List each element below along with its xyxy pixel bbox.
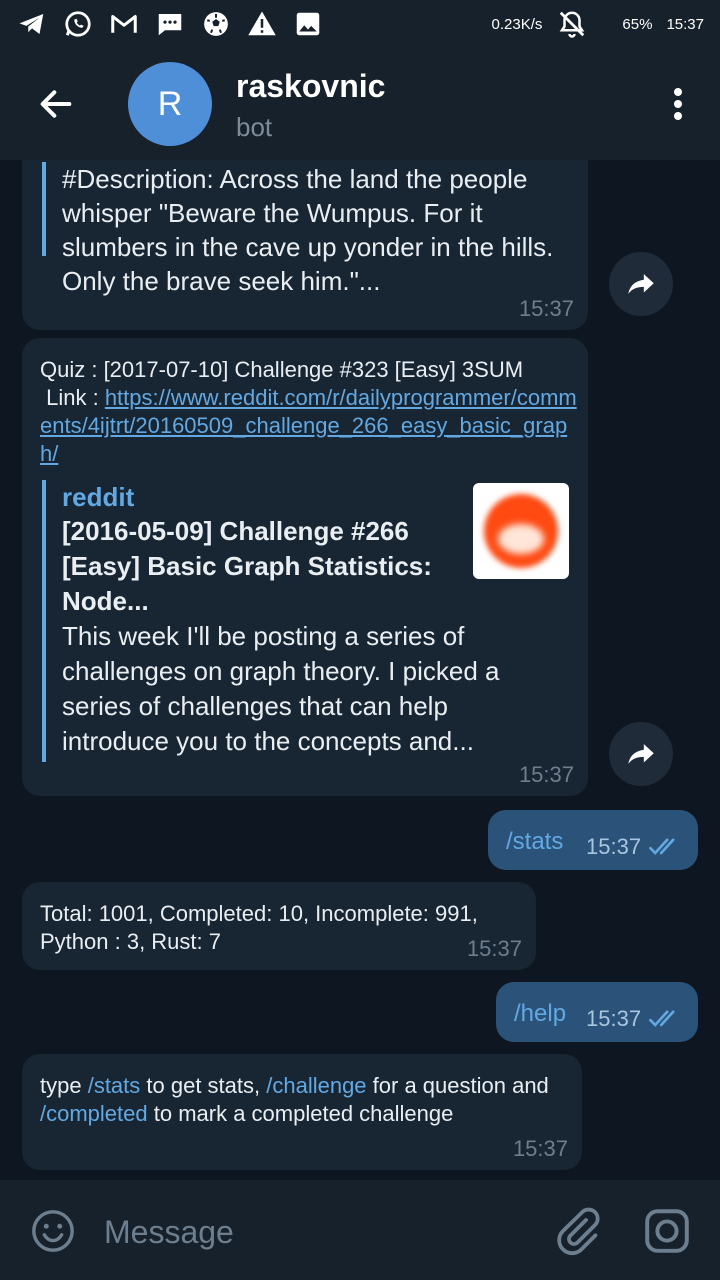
attach-button[interactable] xyxy=(552,1204,600,1256)
image-icon xyxy=(292,8,324,40)
message-time: 15:37 xyxy=(518,762,574,787)
status-icons xyxy=(16,8,324,40)
preview-description: This week I'll be posting a series of ch… xyxy=(62,621,500,756)
message-bubble-stats[interactable]: Total: 1001, Completed: 10, Incomplete: … xyxy=(22,882,536,970)
message-bubble-outgoing[interactable]: /stats 15:37 xyxy=(488,810,698,870)
message-time: 15:37 xyxy=(518,296,574,321)
camera-icon xyxy=(645,1209,689,1253)
warning-icon xyxy=(246,8,278,40)
message-bubble-description[interactable]: #Description: Across the land the people… xyxy=(22,160,588,330)
emoji-icon xyxy=(32,1210,74,1252)
stats-command-link[interactable]: /stats xyxy=(88,1073,141,1098)
challenge-command-link[interactable]: /challenge xyxy=(266,1073,366,1098)
share-button[interactable] xyxy=(609,252,673,316)
message-time: 15:37 xyxy=(466,936,522,961)
quiz-text: Quiz : [2017-07-10] Challenge #323 [Easy… xyxy=(40,357,524,382)
message-time: 15:37 xyxy=(512,1136,568,1161)
message-time: 15:37 xyxy=(586,1006,642,1031)
emoji-button[interactable] xyxy=(30,1208,76,1254)
status-bar: 0.23K/s 65% 15:37 xyxy=(0,0,720,48)
back-button[interactable] xyxy=(34,82,78,126)
whatsapp-icon xyxy=(62,8,94,40)
command-text[interactable]: /stats xyxy=(506,828,563,856)
chat-title[interactable]: raskovnic xyxy=(236,68,385,105)
link-preview-description: #Description: Across the land the people… xyxy=(42,162,562,296)
message-bubble-outgoing[interactable]: /help 15:37 xyxy=(496,982,698,1042)
back-arrow-icon xyxy=(40,90,72,118)
status-right: 0.23K/s 65% 15:37 xyxy=(492,8,704,40)
stats-text: Total: 1001, Completed: 10, Incomplete: … xyxy=(40,901,478,954)
notifications-off-icon xyxy=(556,8,588,40)
preview-description-text: #Description: Across the land the people… xyxy=(62,164,554,296)
soccer-ball-icon xyxy=(200,8,232,40)
message-time: 15:37 xyxy=(586,834,642,859)
battery-level: 65% xyxy=(622,15,653,33)
help-text: type /stats to get stats, /challenge for… xyxy=(40,1073,555,1126)
more-vertical-icon xyxy=(674,88,682,96)
link-label: Link : xyxy=(40,385,105,410)
reddit-logo-icon xyxy=(484,494,558,568)
message-bubble-help[interactable]: type /stats to get stats, /challenge for… xyxy=(22,1054,582,1170)
chat-subtitle: bot xyxy=(236,112,273,142)
chat-header: R raskovnic bot xyxy=(0,48,720,160)
share-forward-icon xyxy=(628,744,654,764)
message-composer xyxy=(0,1180,720,1280)
net-speed: 0.23K/s xyxy=(491,15,543,33)
quiz-link-line: Link : https://www.reddit.com/r/dailypro… xyxy=(40,384,580,468)
double-check-icon xyxy=(649,838,675,855)
camera-button[interactable] xyxy=(642,1206,692,1256)
reddit-link[interactable]: https://www.reddit.com/r/dailyprogrammer… xyxy=(40,385,577,466)
avatar[interactable]: R xyxy=(128,62,212,146)
status-clock: 15:37 xyxy=(666,15,704,33)
preview-title: [2016-05-09] Challenge #266 [Easy] Basic… xyxy=(62,516,432,616)
share-button[interactable] xyxy=(609,722,673,786)
preview-thumbnail[interactable] xyxy=(473,483,569,579)
command-text[interactable]: /help xyxy=(514,1000,566,1028)
attach-icon xyxy=(557,1207,600,1256)
message-bubble-quiz[interactable]: Quiz : [2017-07-10] Challenge #323 [Easy… xyxy=(22,338,588,796)
share-forward-icon xyxy=(628,274,654,294)
completed-command-link[interactable]: /completed xyxy=(40,1101,148,1126)
gmail-icon xyxy=(108,8,140,40)
sms-icon xyxy=(154,8,186,40)
telegram-icon xyxy=(16,8,48,40)
message-list[interactable]: #Description: Across the land the people… xyxy=(0,160,720,1180)
double-check-icon xyxy=(649,1010,675,1027)
message-input[interactable] xyxy=(104,1208,524,1256)
more-options-button[interactable] xyxy=(666,84,690,124)
